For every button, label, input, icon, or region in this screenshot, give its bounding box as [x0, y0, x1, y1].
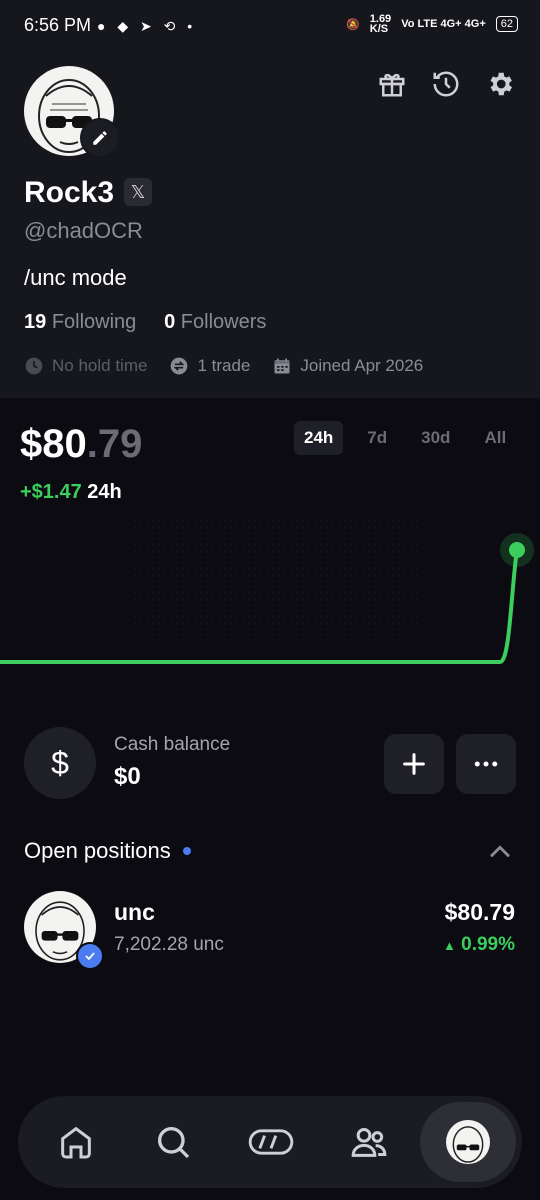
profile-header: Rock3 𝕏 @chadOCR /unc mode 19 Following … [0, 56, 540, 398]
bottom-nav [18, 1096, 522, 1188]
position-change-text: 0.99% [461, 934, 515, 955]
coins-icon [248, 1129, 294, 1155]
more-options-button[interactable] [456, 734, 516, 794]
status-time: 6:56 PM [24, 15, 92, 35]
following-count: 19 [24, 311, 47, 333]
position-change: ▲ 0.99% [443, 934, 515, 956]
new-dot-indicator [182, 847, 191, 855]
nav-coins[interactable] [243, 1114, 299, 1170]
battery-indicator: 62 [495, 16, 518, 32]
profile-name: Rock3 [24, 176, 115, 209]
add-cash-button[interactable] [384, 734, 444, 794]
profile-handle: @chadOCR [24, 218, 143, 243]
range-selector: 24h 7d 30d All [294, 421, 516, 455]
portfolio-value-dollars: $80 [20, 422, 87, 466]
portfolio-value-cents: .79 [86, 422, 143, 466]
history-icon [433, 71, 459, 97]
status-bar: 6:56 PM ● ◆ ➤ ⟲ • 🔕 1.69 K/S Vo LTE 4G+ … [0, 0, 540, 56]
x-logo-icon: 𝕏 [130, 181, 146, 202]
trades-chip: 1 trade [169, 356, 250, 376]
gift-icon [379, 73, 405, 97]
wojak-nav-image [452, 1126, 484, 1163]
joined-text: Joined Apr 2026 [300, 356, 424, 375]
following-link[interactable]: 19 Following [24, 311, 136, 333]
nav-home[interactable] [48, 1114, 104, 1170]
open-positions-header: Open positions [24, 838, 191, 864]
profile-avatar-nav [446, 1120, 490, 1164]
cash-label: Cash balance [114, 734, 231, 755]
followers-count: 0 [164, 311, 176, 333]
cash-value: $0 [114, 763, 141, 790]
follow-stats: 19 Following 0 Followers [24, 311, 266, 334]
plus-icon [403, 753, 425, 775]
chart-endpoint-dot [509, 542, 525, 558]
header-actions [376, 68, 516, 100]
open-positions-title: Open positions [24, 838, 171, 863]
settings-button[interactable] [484, 68, 516, 100]
range-all[interactable]: All [474, 421, 516, 455]
nav-profile[interactable] [420, 1102, 516, 1182]
nav-search[interactable] [145, 1114, 201, 1170]
position-name: unc [114, 899, 155, 925]
trades-text: 1 trade [197, 356, 251, 375]
history-button[interactable] [430, 68, 462, 100]
range-30d[interactable]: 30d [411, 421, 460, 455]
followers-label: Followers [180, 311, 267, 333]
joined-chip: Joined Apr 2026 [272, 356, 423, 376]
mute-icon: 🔕 [346, 18, 360, 31]
position-amount: 7,202.28 unc [114, 934, 224, 955]
people-icon [351, 1128, 387, 1157]
following-label: Following [51, 311, 137, 333]
verified-badge-icon [76, 942, 104, 970]
hold-time-chip: No hold time [24, 356, 147, 376]
portfolio-value: $80.79 [20, 422, 142, 467]
swap-icon [171, 357, 188, 375]
signal-indicators: Vo LTE 4G+ 4G+ [401, 18, 486, 30]
hold-time-text: No hold time [52, 356, 148, 375]
range-24h[interactable]: 24h [294, 421, 344, 455]
calendar-icon [274, 358, 290, 374]
portfolio-chart[interactable] [0, 500, 540, 700]
clock-icon [25, 357, 43, 375]
chart-watermark [130, 520, 420, 640]
network-speed: 1.69 K/S [369, 13, 392, 35]
collapse-chevron-icon[interactable] [486, 838, 514, 866]
gift-button[interactable] [376, 68, 408, 100]
followers-link[interactable]: 0 Followers [164, 311, 266, 333]
cash-icon: $ [24, 727, 96, 799]
up-triangle-icon: ▲ [442, 938, 456, 953]
home-icon [61, 1126, 91, 1159]
position-value: $80.79 [444, 899, 515, 925]
notification-icons: ● ◆ ➤ ⟲ • [97, 18, 197, 34]
more-icon [474, 761, 498, 767]
x-link-badge[interactable]: 𝕏 [124, 178, 152, 206]
status-right: 🔕 1.69 K/S Vo LTE 4G+ 4G+ 62 [346, 13, 518, 35]
gear-icon [490, 72, 512, 96]
profile-bio: /unc mode [24, 265, 127, 290]
nav-people[interactable] [341, 1114, 397, 1170]
edit-avatar-button[interactable] [80, 118, 120, 158]
profile-meta: No hold time 1 trade Joined Apr 2026 [24, 356, 445, 376]
range-7d[interactable]: 7d [357, 421, 397, 455]
pencil-icon [93, 131, 107, 145]
search-icon [158, 1127, 190, 1159]
